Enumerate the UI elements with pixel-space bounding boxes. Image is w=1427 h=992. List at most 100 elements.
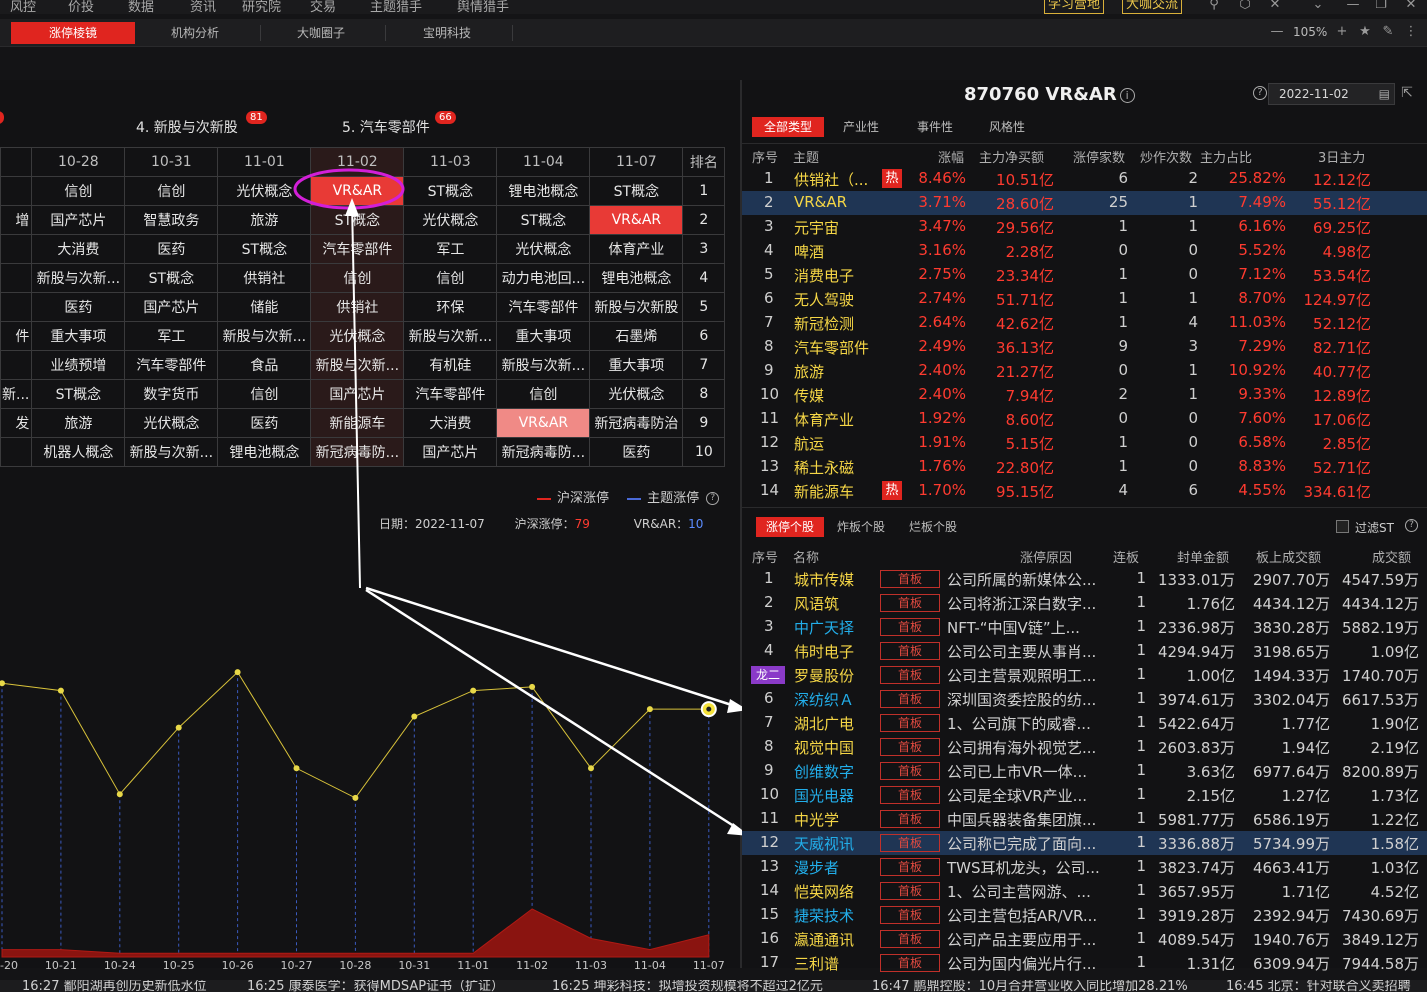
grid-theme-cell[interactable]: 医药 [124, 234, 219, 264]
grid-theme-cell[interactable]: ST概念 [31, 379, 126, 409]
stock-tab-rotten[interactable]: 烂板个股 [900, 517, 966, 537]
grid-theme-cell[interactable]: 动力电池回... [496, 263, 591, 293]
stock-row[interactable]: 龙二 罗曼股份 首板 公司主营景观照明工... 1 1.00亿 1494.33万 1740.7… [742, 663, 1427, 687]
theme-row[interactable]: 12 航运 1.91% 5.15亿 1 0 6.58% 2.85亿 [742, 431, 1427, 455]
stock-tab-broken[interactable]: 炸板个股 [828, 517, 894, 537]
date-picker[interactable]: 2022-11-02 ▤ [1268, 83, 1395, 105]
stock-name[interactable]: 中广天择 [794, 617, 854, 638]
grid-theme-cell[interactable] [0, 263, 33, 293]
filter-st-label[interactable]: 过滤ST [1355, 519, 1394, 536]
tab-institution-analysis[interactable]: 机构分析 [138, 22, 252, 44]
grid-theme-cell[interactable]: 光伏概念 [124, 408, 219, 438]
grid-date-header[interactable]: 排名 [682, 147, 726, 177]
grid-date-header[interactable]: 11-04 [496, 147, 591, 177]
grid-theme-cell[interactable]: 信创 [496, 379, 591, 409]
stock-reason[interactable]: 公司为国内偏光片行... [947, 953, 1096, 974]
grid-theme-cell[interactable]: 大消费 [403, 408, 498, 438]
menu-item-theme-hunter[interactable]: 主题猎手 [370, 0, 422, 14]
grid-theme-cell[interactable]: 新股与次新... [403, 321, 498, 351]
stock-column-header[interactable]: 成交额 [1372, 547, 1411, 566]
grid-theme-cell[interactable]: 光伏概念 [217, 176, 312, 206]
stock-row[interactable]: 6 深纺织Ａ 首板 深圳国资委控股的纺... 1 3974.61万 3302.04万 6617… [742, 687, 1427, 711]
theme-header-auto-parts[interactable]: 5. 汽车零部件 [342, 117, 430, 137]
theme-name[interactable]: 稀土永磁 [794, 457, 854, 478]
chart-point[interactable] [588, 765, 594, 772]
theme-row[interactable]: 9 旅游 2.40% 21.27亿 0 1 10.92% 40.77亿 [742, 359, 1427, 383]
stock-reason[interactable]: 公司将浙江深白数字... [947, 593, 1096, 614]
grid-date-header[interactable]: 11-03 [403, 147, 498, 177]
user-icon[interactable]: ⚲ [1207, 0, 1221, 12]
grid-theme-cell[interactable]: 食品 [217, 350, 312, 380]
grid-theme-cell[interactable]: 信创 [310, 263, 405, 293]
theme-column-header[interactable]: 主题 [793, 147, 819, 166]
grid-theme-cell[interactable]: VR&AR [589, 205, 684, 235]
theme-row[interactable]: 2 VR&AR 3.71% 28.60亿 25 1 7.49% 55.12亿 [742, 191, 1427, 215]
stock-row[interactable]: 4 伟时电子 首板 公司公司主要从事肖... 1 4294.94万 3198.65万 1.09… [742, 639, 1427, 663]
stock-name[interactable]: 伟时电子 [794, 641, 854, 662]
stock-column-header[interactable]: 板上成交额 [1256, 547, 1321, 566]
stock-row[interactable]: 15 捷荣技术 首板 公司主营包括AR/VR... 1 3919.28万 2392.94万 7… [742, 903, 1427, 927]
help-icon[interactable]: ? [1405, 519, 1418, 532]
chart-point[interactable] [293, 765, 300, 772]
ticker-item[interactable]: 16:45 北京：针对联合义卖招聘 [1226, 980, 1411, 992]
filter-st-checkbox[interactable] [1336, 520, 1349, 533]
stock-tab-limit-up[interactable]: 涨停个股 [756, 517, 824, 537]
grid-theme-cell[interactable]: 智慧政务 [124, 205, 219, 235]
stock-row[interactable]: 10 国光电器 首板 公司是全球VR产业... 1 2.15亿 1.27亿 1.73亿 [742, 783, 1427, 807]
stock-name[interactable]: 城市传媒 [794, 569, 854, 590]
stock-row[interactable]: 8 视觉中国 首板 公司拥有海外视觉艺... 1 2603.83万 1.94亿 2.19亿 [742, 735, 1427, 759]
category-all[interactable]: 全部类型 [752, 117, 824, 137]
grid-theme-cell[interactable]: 旅游 [31, 408, 126, 438]
theme-column-header[interactable]: 3日主力 [1318, 147, 1365, 166]
stock-reason[interactable]: 公司主营包括AR/VR... [947, 905, 1097, 926]
grid-theme-cell[interactable]: 新股与次新... [217, 321, 312, 351]
theme-row[interactable]: 7 新冠检测 2.64% 42.62亿 1 4 11.03% 52.12亿 [742, 311, 1427, 335]
grid-theme-cell[interactable]: ST概念 [124, 263, 219, 293]
stock-name[interactable]: 天威视讯 [794, 833, 854, 854]
grid-theme-cell[interactable]: 光伏概念 [403, 205, 498, 235]
external-link-icon[interactable]: ⇱ [1400, 86, 1414, 100]
grid-theme-cell[interactable]: 件 [0, 321, 33, 351]
menu-item-risk[interactable]: 风控 [10, 0, 36, 14]
info-icon[interactable]: ? [706, 492, 720, 505]
theme-column-header[interactable]: 涨停家数 [1073, 147, 1125, 166]
stock-name[interactable]: 深纺织Ａ [794, 689, 854, 710]
theme-row[interactable]: 14 新能源车 热 1.70% 95.15亿 4 6 4.55% 334.61亿 [742, 479, 1427, 503]
stock-column-header[interactable]: 序号 [752, 547, 778, 566]
grid-theme-cell[interactable]: 新股与次新... [310, 350, 405, 380]
grid-theme-cell[interactable]: ST概念 [589, 176, 684, 206]
theme-name[interactable]: 消费电子 [794, 265, 854, 286]
theme-row[interactable]: 1 供销社（... 热 8.46% 10.51亿 6 2 25.82% 12.12亿 [742, 167, 1427, 191]
grid-theme-cell[interactable]: 增 [0, 205, 33, 235]
stock-row[interactable]: 14 恺英网络 首板 1、公司主营网游、... 1 3657.95万 1.71亿 4.52亿 [742, 879, 1427, 903]
theme-row[interactable]: 6 无人驾驶 2.74% 51.71亿 1 1 8.70% 124.97亿 [742, 287, 1427, 311]
grid-date-header[interactable] [0, 147, 33, 177]
grid-date-header[interactable]: 11-02 [310, 147, 405, 177]
stock-name[interactable]: 湖北广电 [794, 713, 854, 734]
stock-row[interactable]: 2 风语筑 首板 公司将浙江深白数字... 1 1.76亿 4434.12万 4434.12万 [742, 591, 1427, 615]
stock-column-header[interactable]: 连板 [1113, 547, 1139, 566]
grid-theme-cell[interactable]: 国产芯片 [31, 205, 126, 235]
grid-theme-cell[interactable]: 新能源车 [310, 408, 405, 438]
grid-theme-cell[interactable]: 国产芯片 [310, 379, 405, 409]
edit-icon[interactable]: ✎ [1381, 25, 1395, 39]
theme-column-header[interactable]: 涨幅 [938, 147, 964, 166]
chart-point[interactable] [234, 669, 241, 676]
grid-theme-cell[interactable]: 医药 [31, 292, 126, 322]
menu-item-sentiment-hunter[interactable]: 舆情猎手 [457, 0, 509, 14]
grid-theme-cell[interactable]: 有机硅 [403, 350, 498, 380]
chart-point[interactable] [352, 794, 359, 801]
grid-theme-cell[interactable] [0, 234, 33, 264]
grid-theme-cell[interactable]: 新股与次新... [31, 263, 126, 293]
grid-theme-cell[interactable]: VR&AR [310, 176, 405, 206]
grid-theme-cell[interactable]: 新股与次新... [124, 437, 219, 467]
grid-theme-cell[interactable] [0, 176, 33, 206]
grid-theme-cell[interactable]: 大消费 [31, 234, 126, 264]
chevron-down-icon[interactable]: ⌄ [1311, 0, 1325, 12]
theme-row[interactable]: 8 汽车零部件 2.49% 36.13亿 9 3 7.29% 82.71亿 [742, 335, 1427, 359]
grid-theme-cell[interactable]: 信创 [31, 176, 126, 206]
theme-row[interactable]: 4 啤酒 3.16% 2.28亿 0 0 5.52% 4.98亿 [742, 239, 1427, 263]
menu-item-value[interactable]: 价投 [68, 0, 94, 14]
theme-row[interactable]: 5 消费电子 2.75% 23.34亿 1 0 7.12% 53.54亿 [742, 263, 1427, 287]
grid-date-header[interactable]: 11-01 [217, 147, 312, 177]
